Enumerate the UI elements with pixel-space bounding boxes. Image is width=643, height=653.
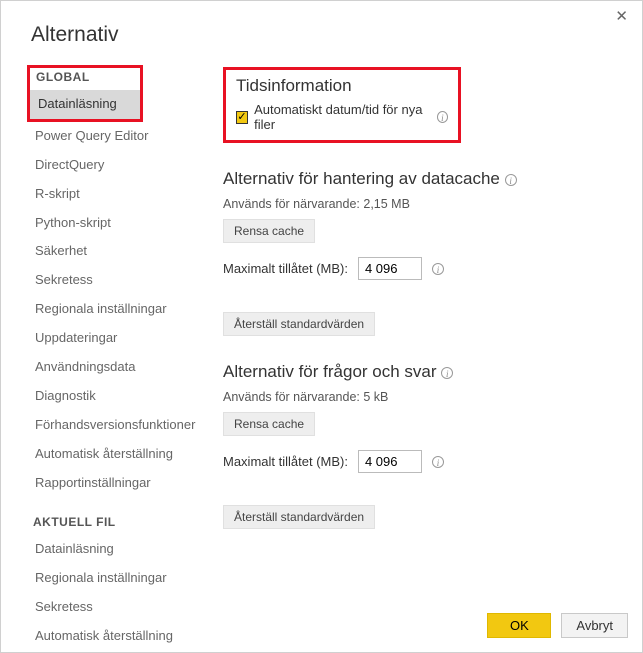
dialog-footer: OK Avbryt — [487, 613, 628, 638]
section-heading-datacache-text: Alternativ för hantering av datacache — [223, 169, 500, 188]
info-icon[interactable]: i — [505, 174, 517, 186]
sidebar-file-item-datainlasning[interactable]: Datainläsning — [19, 535, 199, 564]
datacache-max-label: Maximalt tillåtet (MB): — [223, 261, 348, 276]
datacache-max-input[interactable] — [358, 257, 422, 280]
sidebar-item-anvandningsdata[interactable]: Användningsdata — [19, 353, 199, 382]
clear-cache-button[interactable]: Rensa cache — [223, 219, 315, 243]
sidebar-file-item-regionala[interactable]: Regionala inställningar — [19, 564, 199, 593]
checkbox-auto-datetime[interactable]: ✓ — [236, 111, 248, 124]
sidebar-item-python-skript[interactable]: Python-skript — [19, 209, 199, 238]
sidebar-file-item-auto-aterstallning[interactable]: Automatisk återställning — [19, 622, 199, 651]
highlight-global: GLOBAL Datainläsning — [27, 65, 143, 122]
qna-max-label: Maximalt tillåtet (MB): — [223, 454, 348, 469]
sidebar-header-global: GLOBAL — [36, 70, 140, 84]
sidebar-item-regionala[interactable]: Regionala inställningar — [19, 295, 199, 324]
sidebar: GLOBAL Datainläsning Power Query Editor … — [19, 65, 199, 653]
sidebar-item-directquery[interactable]: DirectQuery — [19, 151, 199, 180]
section-heading-qna: Alternativ för frågor och svar i — [223, 362, 624, 382]
sidebar-item-sekretess[interactable]: Sekretess — [19, 266, 199, 295]
sidebar-item-auto-aterstallning[interactable]: Automatisk återställning — [19, 440, 199, 469]
options-dialog: ✕ Alternativ GLOBAL Datainläsning Power … — [0, 0, 643, 653]
section-heading-tidsinformation: Tidsinformation — [236, 76, 448, 96]
info-icon[interactable]: i — [432, 456, 444, 468]
sidebar-file-item-sekretess[interactable]: Sekretess — [19, 593, 199, 622]
dialog-title: Alternativ — [31, 23, 642, 47]
sidebar-item-datainlasning[interactable]: Datainläsning — [30, 90, 140, 119]
qna-usage-label: Används för närvarande: 5 kB — [223, 390, 624, 404]
sidebar-item-r-skript[interactable]: R-skript — [19, 180, 199, 209]
ok-button[interactable]: OK — [487, 613, 551, 638]
highlight-tidsinformation: Tidsinformation ✓ Automatiskt datum/tid … — [223, 67, 461, 143]
cancel-button[interactable]: Avbryt — [561, 613, 628, 638]
qna-max-input[interactable] — [358, 450, 422, 473]
section-heading-datacache: Alternativ för hantering av datacache i — [223, 169, 624, 189]
clear-cache-button-qna[interactable]: Rensa cache — [223, 412, 315, 436]
sidebar-item-power-query-editor[interactable]: Power Query Editor — [19, 122, 199, 151]
sidebar-item-diagnostik[interactable]: Diagnostik — [19, 382, 199, 411]
reset-defaults-button[interactable]: Återställ standardvärden — [223, 312, 375, 336]
info-icon[interactable]: i — [432, 263, 444, 275]
sidebar-item-rapportinstallningar[interactable]: Rapportinställningar — [19, 469, 199, 498]
content-pane: Tidsinformation ✓ Automatiskt datum/tid … — [199, 65, 642, 529]
checkbox-label-auto-datetime: Automatiskt datum/tid för nya filer — [254, 102, 431, 132]
sidebar-header-current-file: AKTUELL FIL — [33, 515, 199, 529]
close-icon[interactable]: ✕ — [611, 7, 632, 26]
info-icon[interactable]: i — [441, 367, 453, 379]
sidebar-item-sakerhet[interactable]: Säkerhet — [19, 237, 199, 266]
datacache-usage-label: Används för närvarande: 2,15 MB — [223, 197, 624, 211]
sidebar-item-uppdateringar[interactable]: Uppdateringar — [19, 324, 199, 353]
section-heading-qna-text: Alternativ för frågor och svar — [223, 362, 437, 381]
info-icon[interactable]: i — [437, 111, 448, 123]
reset-defaults-button-qna[interactable]: Återställ standardvärden — [223, 505, 375, 529]
sidebar-item-forhandsversion[interactable]: Förhandsversionsfunktioner — [19, 411, 199, 440]
